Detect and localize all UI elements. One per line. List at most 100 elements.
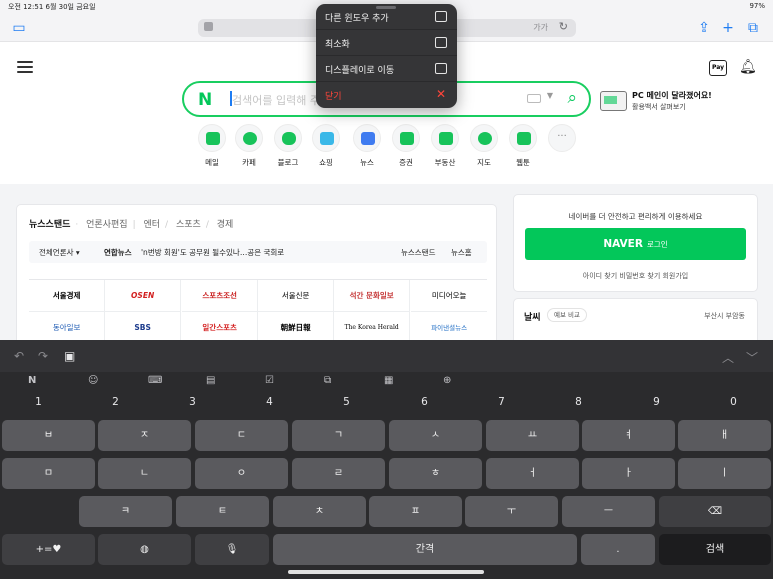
tab-economy[interactable]: 경제 — [217, 220, 234, 230]
menu-item-close[interactable]: 닫기 ✕ — [316, 82, 457, 108]
key-7[interactable]: 7 — [465, 396, 538, 414]
key-eo[interactable]: ㅓ — [486, 458, 579, 489]
press-logo[interactable]: 석간 문화일보 — [334, 280, 411, 312]
key-5[interactable]: 5 — [310, 396, 383, 414]
menu-item-move-to-display[interactable]: 디스플레이로 이동 — [316, 56, 457, 82]
key-u[interactable]: ㅜ — [465, 496, 558, 527]
shortcut-more[interactable]: ··· — [543, 124, 581, 152]
headline-source[interactable]: 연합뉴스 — [104, 247, 132, 258]
press-logo[interactable]: 朝鮮日報 — [258, 312, 335, 340]
press-logo[interactable]: OSEN — [105, 280, 182, 312]
chevron-down-icon[interactable]: ▼ — [547, 91, 553, 100]
press-logo[interactable]: 미디어오늘 — [411, 280, 488, 312]
tabs-overview-icon[interactable]: ⧉ — [744, 19, 762, 37]
key-r[interactable]: ㄹ — [292, 458, 385, 489]
add-icon[interactable]: ⊕ — [443, 375, 451, 386]
promo-banner[interactable]: PC 메인이 달라졌어요! 활용백서 살펴보기 — [600, 88, 770, 114]
shortcut-shopping[interactable]: 쇼핑 — [307, 124, 345, 168]
memo-icon[interactable]: ▤ — [206, 375, 215, 386]
key-g[interactable]: ㄱ — [292, 420, 385, 451]
headline-text[interactable]: 'n번방 회원'도 공무원 될수있나…공은 국회로 — [141, 247, 284, 258]
press-logo[interactable]: 파이낸셜뉴스 — [411, 312, 487, 340]
paste-icon[interactable]: ▣ — [64, 349, 75, 363]
key-yeo[interactable]: ㅕ — [582, 420, 675, 451]
symbols-key[interactable]: +=♥ — [2, 534, 95, 565]
press-logo[interactable]: SBS — [105, 312, 182, 340]
key-4[interactable]: 4 — [233, 396, 306, 414]
copy-icon[interactable]: ▦ — [384, 375, 393, 386]
key-b[interactable]: ㅂ — [2, 420, 95, 451]
chevron-up-icon[interactable]: ︿ — [722, 349, 734, 366]
reload-icon[interactable]: ↻ — [559, 20, 568, 33]
search-icon[interactable]: ⌕ — [567, 88, 577, 108]
pay-icon[interactable]: Pay — [709, 60, 727, 76]
tab-sports[interactable]: 스포츠 — [176, 220, 201, 230]
backspace-key[interactable]: ⌫ — [659, 496, 771, 527]
key-d[interactable]: ㄷ — [195, 420, 288, 451]
key-3[interactable]: 3 — [156, 396, 229, 414]
key-a[interactable]: ㅏ — [582, 458, 675, 489]
page-settings-icon[interactable] — [204, 22, 213, 31]
search-key[interactable]: 검색 — [659, 534, 771, 565]
key-n[interactable]: ㄴ — [98, 458, 191, 489]
menu-item-new-window[interactable]: 다른 윈도우 추가 — [316, 4, 457, 30]
shortcut-stock[interactable]: 증권 — [387, 124, 425, 168]
translate-icon[interactable]: ⌨ — [148, 375, 162, 386]
shortcut-realestate[interactable]: 부동산 — [426, 124, 464, 168]
key-eu[interactable]: ㅡ — [562, 496, 655, 527]
shortcut-cafe[interactable]: 카페 — [230, 124, 268, 168]
shortcut-webtoon[interactable]: 웹툰 — [504, 124, 542, 168]
naver-login-button[interactable]: NAVER 로그인 — [525, 228, 746, 260]
shortcut-news[interactable]: 뉴스 — [348, 124, 386, 168]
translate-label[interactable]: 가가 — [533, 22, 548, 33]
press-logo[interactable]: 동아일보 — [29, 312, 106, 340]
key-9[interactable]: 9 — [620, 396, 693, 414]
key-2[interactable]: 2 — [79, 396, 152, 414]
space-key[interactable]: 간격 — [273, 534, 577, 565]
sidebar-icon[interactable]: ▭ — [10, 19, 28, 37]
press-logo[interactable]: The Korea Herald — [334, 312, 411, 340]
link-newshome[interactable]: 뉴스홈 — [451, 247, 472, 258]
key-s[interactable]: ㅅ — [389, 420, 482, 451]
tab-press-edit[interactable]: 언론사편집 — [86, 220, 127, 230]
naver-keyboard-icon[interactable]: N — [28, 375, 36, 386]
period-key[interactable]: . — [581, 534, 655, 565]
key-i[interactable]: ㅣ — [678, 458, 771, 489]
home-indicator[interactable] — [288, 570, 484, 574]
shortcut-blog[interactable]: 블로그 — [269, 124, 307, 168]
link-newsstand[interactable]: 뉴스스탠드 — [401, 247, 436, 258]
chevron-down-icon[interactable]: ﹀ — [746, 349, 758, 366]
key-8[interactable]: 8 — [542, 396, 615, 414]
key-ae[interactable]: ㅐ — [678, 420, 771, 451]
key-6[interactable]: 6 — [388, 396, 461, 414]
shortcut-map[interactable]: 지도 — [465, 124, 503, 168]
clipboard-icon[interactable]: ⧉ — [324, 375, 331, 386]
tab-newsstand[interactable]: 뉴스스탠드 — [29, 220, 70, 230]
checklist-icon[interactable]: ☑ — [265, 375, 274, 386]
tab-entertainment[interactable]: 엔터 — [143, 220, 160, 230]
redo-icon[interactable]: ↷ — [38, 349, 48, 363]
press-logo[interactable]: 서울신문 — [258, 280, 335, 312]
key-yo[interactable]: ㅛ — [486, 420, 579, 451]
account-links[interactable]: 아이디 찾기 비밀번호 찾기 회원가입 — [514, 271, 757, 281]
keyboard-icon[interactable] — [527, 94, 541, 103]
share-icon[interactable]: ⇪ — [695, 19, 713, 37]
bell-icon[interactable]: 🔔︎ — [739, 59, 757, 77]
key-j[interactable]: ㅈ — [98, 420, 191, 451]
menu-item-minimize[interactable]: 최소화 — [316, 30, 457, 56]
key-h[interactable]: ㅎ — [389, 458, 482, 489]
press-logo[interactable]: 일간스포츠 — [182, 312, 259, 340]
press-logo[interactable]: 서울경제 — [29, 280, 106, 312]
key-t[interactable]: ㅌ — [176, 496, 269, 527]
shortcut-mail[interactable]: 메일 — [193, 124, 231, 168]
key-0[interactable]: 0 — [697, 396, 770, 414]
globe-key[interactable]: ◍ — [98, 534, 191, 565]
emoji-icon[interactable]: ☺ — [88, 375, 98, 386]
key-1[interactable]: 1 — [2, 396, 75, 414]
menu-icon[interactable] — [17, 61, 33, 73]
key-ch[interactable]: ㅊ — [273, 496, 366, 527]
press-logo[interactable]: 스포츠조선 — [182, 280, 259, 312]
new-tab-icon[interactable]: + — [719, 19, 737, 37]
key-ng[interactable]: ㅇ — [195, 458, 288, 489]
weather-location[interactable]: 부산시 부암동 — [704, 311, 745, 321]
